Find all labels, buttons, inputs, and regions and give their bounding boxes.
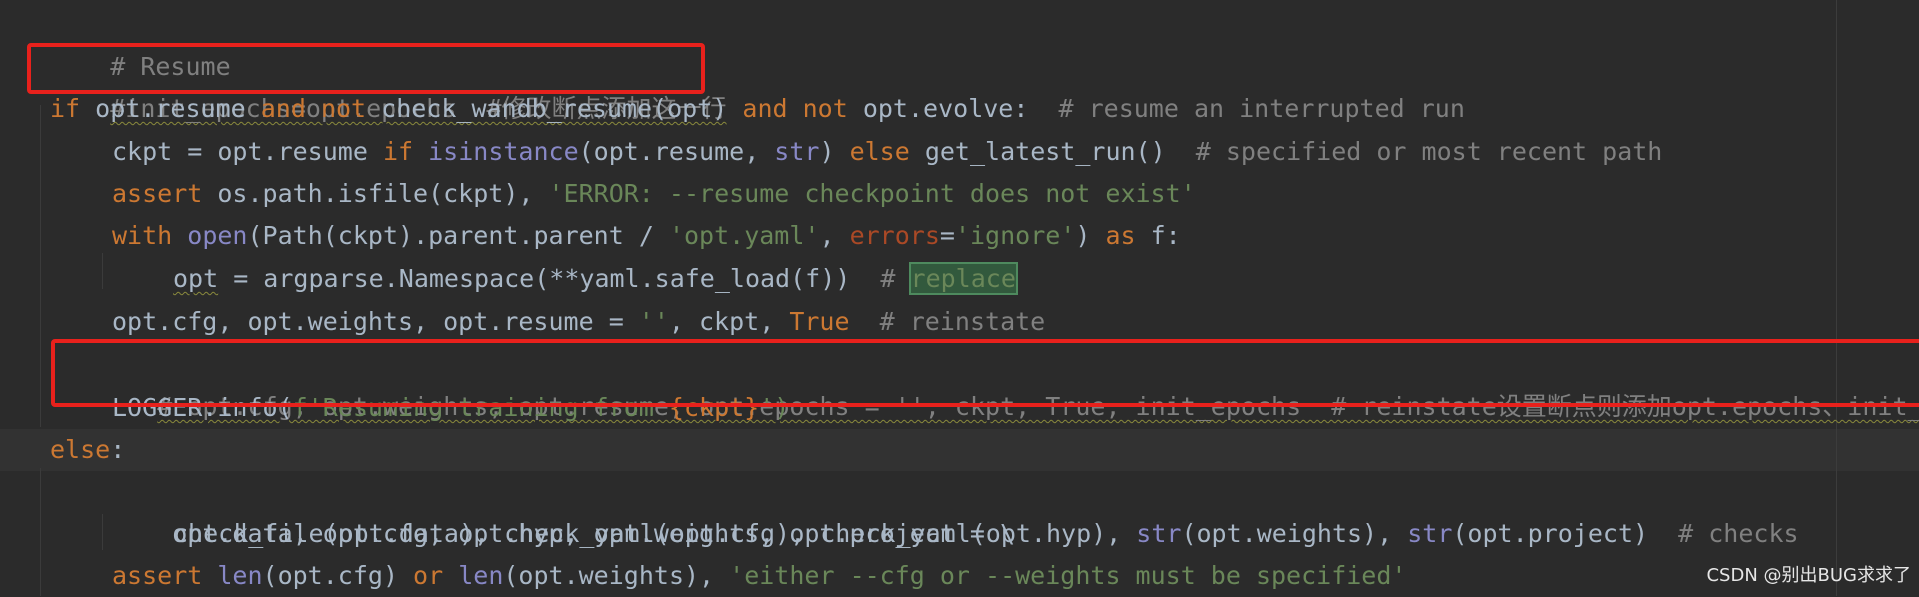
string: 'ignore' [954,221,1076,250]
builtin: len [458,561,504,590]
indent-guide [40,468,41,596]
comment: # specified or most recent path [1195,137,1663,166]
code-line-14[interactable]: assert len(opt.cfg) or len(opt.weights),… [112,555,1406,597]
comment: # checks [1678,519,1799,548]
code-text: , ckpt, [668,307,790,336]
code-line-6[interactable]: with open(Path(ckpt).parent.parent / 'op… [112,215,1181,257]
code-text: = argparse.Namespace(**yaml.safe_load(f)… [218,264,881,293]
annotation-box [27,43,705,94]
keyword: and [742,94,788,123]
watermark: CSDN @别出BUG求求了 [1706,565,1911,586]
keyword: assert [112,561,203,590]
keyword: with [112,221,173,250]
string: 'either --cfg or --weights must be speci… [729,561,1407,590]
builtin: open [187,221,248,250]
code-text: (opt.weights), [1181,519,1408,548]
keyword: else [849,137,910,166]
code-line-12[interactable]: opt.data, opt.cfg, opt.hyp, opt.weights,… [112,471,1015,548]
string: '' [638,307,669,336]
right-margin-guide [1836,0,1837,596]
builtin: str [1136,519,1182,548]
annotation-box [51,339,1919,407]
comment: # resume an interrupted run [1058,94,1465,123]
code-line-1[interactable]: # Resume [50,4,230,81]
code-line-5[interactable]: assert os.path.isfile(ckpt), 'ERROR: --r… [112,173,1196,215]
keyword: as [1105,221,1136,250]
code-line-4[interactable]: ckpt = opt.resume if isinstance(opt.resu… [112,131,1662,173]
code-text: = [939,221,955,250]
code-editor[interactable]: # Resume #init_epochs=opt.epochs #修改断点添加… [0,0,1919,596]
code-line-7[interactable]: opt = argparse.Namespace(**yaml.safe_loa… [173,258,1018,300]
indent-guide [102,253,103,289]
indent-guide [102,514,103,550]
builtin: str [1407,519,1453,548]
code-text: ) [819,137,850,166]
current-line-highlight [0,429,1919,471]
comment: # reinstate [879,307,1046,336]
code-line-13[interactable]: check_file(opt.data), check_yaml(opt.cfg… [173,513,1799,555]
code-text: (opt.project) [1452,519,1679,548]
builtin: str [774,137,820,166]
keyword: and [260,94,306,123]
keyword-argument: errors [849,221,940,250]
code-text: ) [1075,221,1106,250]
string: 'opt.yaml' [668,221,820,250]
code-text: get_latest_run() [909,137,1196,166]
comment: # [880,264,911,293]
code-text: ckpt = opt.resume [112,137,383,166]
keyword: assert [112,179,203,208]
keyword: else [50,435,111,464]
search-match-highlight: replace [908,262,1018,295]
string: 'ERROR: --resume checkpoint does not exi… [548,179,1196,208]
code-text: (opt.weights), [503,561,730,590]
keyword: not [320,94,367,123]
code-text: opt.cfg, opt.weights, opt.resume = [112,307,639,336]
code-text: , [819,221,850,250]
code-text: (Path(ckpt).parent.parent / [247,221,669,250]
code-text: opt [173,264,219,293]
code-text: (opt.cfg) [262,561,414,590]
code-text: : [110,435,126,464]
code-text: check_file(opt.data), check_yaml(opt.cfg… [173,519,1137,548]
keyword: True [789,307,850,336]
code-text: opt.evolve: [847,94,1059,123]
code-text: check_wandb_resume(opt) [366,94,743,123]
builtin: len [217,561,263,590]
code-text: opt.resume [80,94,261,123]
indent-guide [40,105,41,427]
keyword: if [50,94,81,123]
code-text: (opt.resume, [578,137,775,166]
keyword: or [413,561,444,590]
builtin: isinstance [428,137,579,166]
code-line-3[interactable]: if opt.resume and not check_wandb_resume… [50,88,1465,130]
code-text: f: [1135,221,1181,250]
keyword: if [382,137,414,166]
keyword: not [802,94,848,123]
code-line-11[interactable]: else: [50,429,125,471]
code-text: os.path.isfile(ckpt), [202,179,549,208]
code-line-8[interactable]: opt.cfg, opt.weights, opt.resume = '', c… [112,301,1045,343]
